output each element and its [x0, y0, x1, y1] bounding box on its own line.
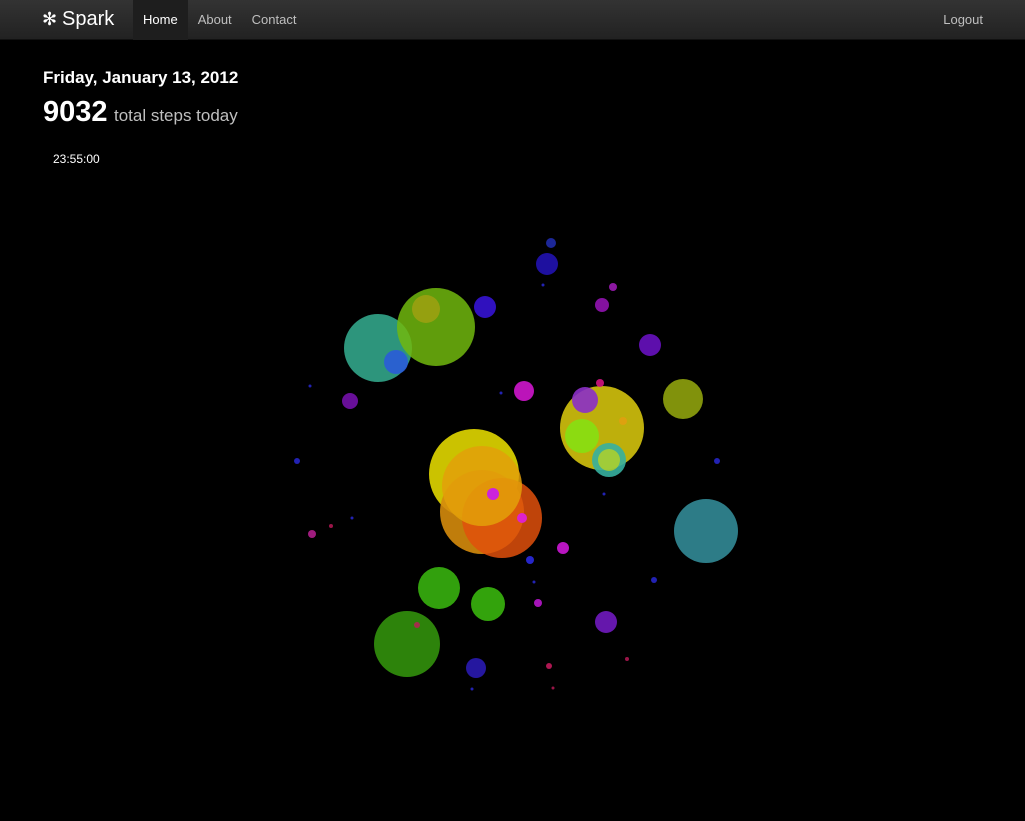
bubble-49 — [602, 492, 606, 496]
bubble-11 — [342, 393, 358, 409]
bubble-45 — [541, 283, 545, 287]
bubble-15 — [565, 419, 599, 453]
bubble-19 — [596, 379, 604, 387]
bubble-33 — [374, 611, 440, 677]
bubble-36 — [294, 458, 300, 464]
bubble-26 — [674, 499, 738, 563]
bubble-12 — [663, 379, 703, 419]
bubble-38 — [651, 577, 657, 583]
bubble-31 — [534, 599, 542, 607]
bubble-48 — [350, 516, 354, 520]
bubble-40 — [625, 657, 629, 661]
bubble-34 — [466, 658, 486, 678]
bubble-44 — [470, 687, 474, 691]
bubble-50 — [532, 580, 536, 584]
bubble-10 — [514, 381, 534, 401]
bubble-35 — [308, 530, 316, 538]
bubble-24 — [487, 488, 499, 500]
steps-bubble-visualization — [294, 238, 738, 691]
bubble-17 — [598, 449, 620, 471]
bubble-32 — [595, 611, 617, 633]
bubble-27 — [557, 542, 569, 554]
bubble-2 — [609, 283, 617, 291]
bubble-18 — [619, 417, 627, 425]
bubble-28 — [526, 556, 534, 564]
bubble-0 — [546, 238, 556, 248]
bubble-1 — [536, 253, 558, 275]
bubble-39 — [546, 663, 552, 669]
bubble-47 — [499, 391, 503, 395]
bubble-37 — [714, 458, 720, 464]
bubble-14 — [572, 387, 598, 413]
bubble-23 — [442, 446, 522, 526]
bubble-9 — [384, 350, 408, 374]
bubble-42 — [329, 524, 333, 528]
bubble-25 — [517, 513, 527, 523]
bubble-8 — [412, 295, 440, 323]
bubble-4 — [474, 296, 496, 318]
bubble-30 — [471, 587, 505, 621]
bubble-41 — [414, 622, 420, 628]
bubble-3 — [595, 298, 609, 312]
bubble-46 — [308, 384, 312, 388]
bubble-5 — [639, 334, 661, 356]
bubble-43 — [551, 686, 555, 690]
bubble-29 — [418, 567, 460, 609]
